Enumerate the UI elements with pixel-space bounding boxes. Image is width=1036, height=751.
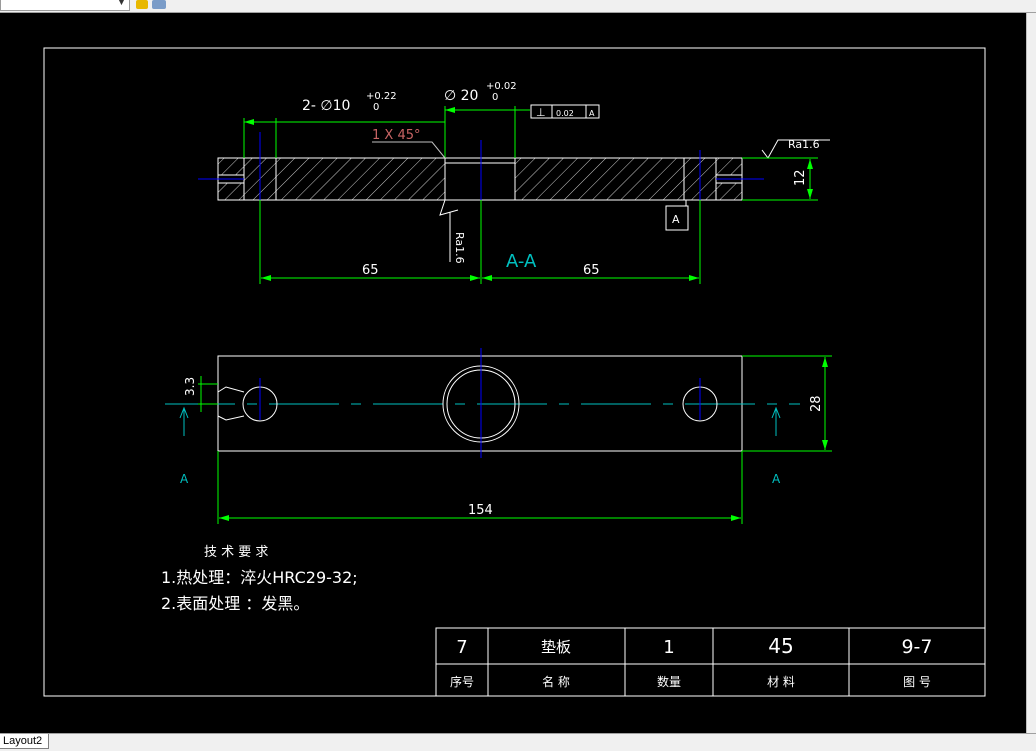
- datum-box-label: A: [672, 213, 680, 226]
- ra-right: Ra1.6: [788, 138, 820, 151]
- tb-header: 名 称: [542, 674, 570, 689]
- perpendicularity-icon: ⊥: [536, 106, 546, 119]
- tb-header: 材 料: [767, 675, 795, 689]
- dim-length: 154: [468, 503, 493, 518]
- note-line: 2.表面处理 ：发黑。: [161, 594, 309, 613]
- dim-right: 65: [583, 263, 600, 278]
- tb-quantity: 1: [663, 637, 674, 658]
- chevron-down-icon[interactable]: ▼: [118, 0, 125, 7]
- hole-small-label: 2- ∅10: [302, 98, 350, 114]
- toolbar-strip: ▼: [0, 0, 1036, 13]
- hole-small-tol-lower: 0: [373, 102, 379, 113]
- tb-material: 45: [768, 634, 793, 658]
- tolerance-value: 0.02: [556, 109, 574, 118]
- hole-big-tol-lower: 0: [492, 92, 498, 103]
- layer-state-icon[interactable]: [152, 0, 166, 9]
- dim-thickness: 12: [793, 169, 808, 186]
- tolerance-datum: A: [589, 109, 595, 118]
- tb-header: 序号: [450, 674, 474, 689]
- roughness-bottom-icon: [439, 199, 459, 216]
- dim-offset: 3.3: [183, 377, 197, 396]
- hole-small-tol-upper: +0.22: [366, 91, 397, 102]
- tb-drawing-no: 9-7: [901, 636, 932, 658]
- tb-header: 图 号: [903, 675, 931, 689]
- hole-big-tol-upper: +0.02: [486, 81, 517, 92]
- vertical-scrollbar[interactable]: [1026, 13, 1036, 733]
- note-line: 1.热处理：淬火HRC29-32;: [161, 568, 358, 587]
- notes-title: 技 术 要 求: [204, 545, 268, 560]
- chamfer-band: [444, 157, 516, 164]
- chamfer-label: 1 X 45°: [372, 128, 420, 143]
- drawing-canvas[interactable]: 2- ∅10 +0.22 0 ∅ 20 +0.02 0 ⊥ 0.02 A 1 X…: [0, 13, 1026, 733]
- chamfer-leader: [372, 141, 446, 159]
- technical-notes: 技 术 要 求 1.热处理：淬火HRC29-32; 2.表面处理 ：发黑。: [161, 545, 358, 613]
- tb-header: 数量: [657, 674, 681, 689]
- layer-tool-icon[interactable]: [136, 0, 148, 9]
- cad-drawing: 2- ∅10 +0.22 0 ∅ 20 +0.02 0 ⊥ 0.02 A 1 X…: [43, 47, 986, 697]
- ra-bottom: Ra1.6: [453, 232, 466, 264]
- dim-left: 65: [362, 263, 379, 278]
- plan-view: 3.3 A A 28 154: [165, 348, 832, 524]
- layout-tab-bar: Layout2: [0, 733, 1036, 751]
- section-mark-right: A: [772, 472, 781, 486]
- hatch-left: [276, 158, 445, 200]
- dim-width: 28: [809, 395, 824, 412]
- tab-layout2[interactable]: Layout2: [0, 734, 50, 749]
- tb-serial: 7: [456, 637, 467, 658]
- tb-name: 垫板: [541, 638, 571, 656]
- section-title: A-A: [506, 251, 537, 272]
- title-block: 7 垫板 1 45 9-7 序号 名 称 数量 材 料 图 号: [435, 627, 986, 697]
- section-view: 2- ∅10 +0.22 0 ∅ 20 +0.02 0 ⊥ 0.02 A 1 X…: [198, 81, 830, 284]
- section-mark-left: A: [180, 472, 189, 486]
- hole-big-label: ∅ 20: [444, 88, 478, 104]
- layer-combo[interactable]: [0, 0, 130, 11]
- hatch-right: [515, 158, 684, 200]
